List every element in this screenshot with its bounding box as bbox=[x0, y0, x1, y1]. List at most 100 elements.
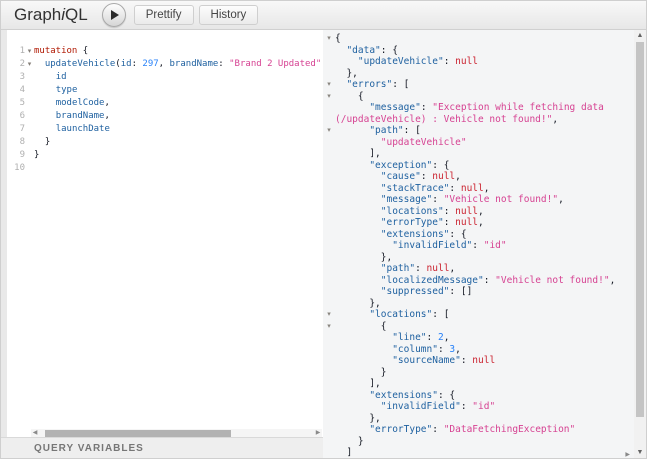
result-code-line[interactable]: "updateVehicle": null bbox=[323, 56, 634, 68]
query-editor[interactable]: 1▾mutation {2▾ updateVehicle(id: 297, br… bbox=[1, 30, 323, 437]
window-vertical-scrollbar[interactable]: ▲ ▼ bbox=[634, 30, 646, 459]
result-viewer[interactable]: ▾{ "data": { "updateVehicle": null },▾ "… bbox=[323, 30, 634, 459]
result-code-line[interactable]: "column": 3, bbox=[323, 344, 634, 356]
query-code-line[interactable]: 10 bbox=[1, 162, 323, 175]
code-text: }, bbox=[335, 413, 381, 425]
hscroll-thumb[interactable] bbox=[45, 430, 231, 437]
query-code-line[interactable]: 7 launchDate bbox=[1, 123, 323, 136]
code-text: "data": { bbox=[335, 45, 398, 57]
result-code-line[interactable]: }, bbox=[323, 68, 634, 80]
main-split: 1▾mutation {2▾ updateVehicle(id: 297, br… bbox=[1, 30, 646, 459]
result-code-line[interactable]: "errorType": "DataFetchingException" bbox=[323, 424, 634, 436]
query-code-line[interactable]: 8 } bbox=[1, 136, 323, 149]
fold-arrow-icon[interactable]: ▾ bbox=[323, 321, 335, 333]
fold-arrow-icon[interactable]: ▾ bbox=[25, 45, 34, 58]
code-text: "column": 3, bbox=[335, 344, 461, 356]
result-code-line[interactable]: }, bbox=[323, 298, 634, 310]
history-button[interactable]: History bbox=[199, 5, 259, 25]
graphiql-window: GraphiQL Prettify History 1▾mutation {2▾… bbox=[0, 0, 647, 459]
result-code-line[interactable]: "sourceName": null bbox=[323, 355, 634, 367]
editor-edge-strip bbox=[1, 30, 7, 437]
query-editor-pane: 1▾mutation {2▾ updateVehicle(id: 297, br… bbox=[1, 30, 323, 459]
code-text: { bbox=[335, 91, 364, 103]
code-text: "locations": [ bbox=[335, 309, 449, 321]
result-code-line[interactable]: "locations": null, bbox=[323, 206, 634, 218]
result-code-line[interactable]: } bbox=[323, 436, 634, 448]
scroll-down-icon[interactable]: ▼ bbox=[634, 447, 646, 459]
query-code-line[interactable]: 1▾mutation { bbox=[1, 45, 323, 58]
line-number: 2 bbox=[7, 58, 25, 71]
result-code-line[interactable]: }, bbox=[323, 252, 634, 264]
fold-arrow-icon[interactable]: ▾ bbox=[323, 79, 335, 91]
query-code-line[interactable]: 5 modelCode, bbox=[1, 97, 323, 110]
result-code-line[interactable]: ▾ { bbox=[323, 91, 634, 103]
query-variables-bar[interactable]: QUERY VARIABLES bbox=[1, 437, 323, 459]
vscroll-track[interactable] bbox=[634, 42, 646, 447]
query-code-line[interactable]: 6 brandName, bbox=[1, 110, 323, 123]
code-text: brandName, bbox=[34, 110, 110, 123]
query-code-line[interactable]: 4 type bbox=[1, 84, 323, 97]
fold-arrow-icon[interactable]: ▾ bbox=[323, 309, 335, 321]
result-code-line[interactable]: "invalidField": "id" bbox=[323, 240, 634, 252]
result-code-line[interactable]: ], bbox=[323, 378, 634, 390]
result-code-line[interactable]: "exception": { bbox=[323, 160, 634, 172]
result-code-line[interactable]: ] bbox=[323, 447, 634, 459]
hscroll-track[interactable] bbox=[39, 429, 314, 437]
result-code-line[interactable]: (/updateVehicle) : Vehicle not found!", bbox=[323, 114, 634, 126]
code-text: ], bbox=[335, 378, 381, 390]
result-code-line[interactable]: ], bbox=[323, 148, 634, 160]
result-code-line[interactable]: "invalidField": "id" bbox=[323, 401, 634, 413]
result-code-line[interactable]: }, bbox=[323, 413, 634, 425]
result-code-line[interactable]: "suppressed": [] bbox=[323, 286, 634, 298]
result-code-line[interactable]: "cause": null, bbox=[323, 171, 634, 183]
code-text: "extensions": { bbox=[335, 229, 467, 241]
vscroll-thumb[interactable] bbox=[636, 42, 644, 417]
result-code-line[interactable]: "extensions": { bbox=[323, 229, 634, 241]
result-code-line[interactable]: "data": { bbox=[323, 45, 634, 57]
editor-horizontal-scrollbar[interactable]: ◀ ▶ bbox=[31, 429, 322, 437]
line-number: 5 bbox=[7, 97, 25, 110]
code-text: { bbox=[335, 33, 341, 45]
code-text: "errorType": null, bbox=[335, 217, 484, 229]
scroll-right-icon[interactable]: ▶ bbox=[314, 429, 322, 437]
fold-arrow-icon[interactable]: ▾ bbox=[323, 125, 335, 137]
result-code-line[interactable]: "line": 2, bbox=[323, 332, 634, 344]
result-code-line[interactable]: "errorType": null, bbox=[323, 217, 634, 229]
code-text: "sourceName": null bbox=[335, 355, 495, 367]
result-code-line[interactable]: ▾ "errors": [ bbox=[323, 79, 634, 91]
fold-arrow-icon[interactable]: ▾ bbox=[323, 33, 335, 45]
result-code-line[interactable]: "extensions": { bbox=[323, 390, 634, 402]
result-code-line[interactable]: ▾{ bbox=[323, 33, 634, 45]
line-number: 10 bbox=[7, 162, 25, 175]
line-number: 3 bbox=[7, 71, 25, 84]
query-code-line[interactable]: 9} bbox=[1, 149, 323, 162]
code-text: { bbox=[335, 321, 386, 333]
scroll-up-icon[interactable]: ▲ bbox=[634, 30, 646, 42]
code-text: }, bbox=[335, 252, 392, 264]
result-code-line[interactable]: ▾ "locations": [ bbox=[323, 309, 634, 321]
result-code-line[interactable]: "path": null, bbox=[323, 263, 634, 275]
result-scroll-right-icon[interactable]: ▶ bbox=[625, 451, 630, 458]
query-code-line[interactable]: 2▾ updateVehicle(id: 297, brandName: "Br… bbox=[1, 58, 323, 71]
scroll-left-icon[interactable]: ◀ bbox=[31, 429, 39, 437]
result-code-line[interactable]: ▾ "path": [ bbox=[323, 125, 634, 137]
code-text: id bbox=[34, 71, 67, 84]
line-number: 1 bbox=[7, 45, 25, 58]
result-code-line[interactable]: "localizedMessage": "Vehicle not found!"… bbox=[323, 275, 634, 287]
result-code-line[interactable]: "stackTrace": null, bbox=[323, 183, 634, 195]
code-text: "message": "Exception while fetching dat… bbox=[335, 102, 604, 114]
fold-arrow-icon[interactable]: ▾ bbox=[323, 91, 335, 103]
result-code-line[interactable]: "message": "Exception while fetching dat… bbox=[323, 102, 634, 114]
result-code-line[interactable]: "message": "Vehicle not found!", bbox=[323, 194, 634, 206]
execute-query-button[interactable] bbox=[102, 3, 126, 27]
fold-arrow-icon[interactable]: ▾ bbox=[25, 58, 34, 71]
result-code-line[interactable]: ▾ { bbox=[323, 321, 634, 333]
result-code-lines: ▾{ "data": { "updateVehicle": null },▾ "… bbox=[323, 33, 634, 459]
result-code-line[interactable]: "updateVehicle" bbox=[323, 137, 634, 149]
code-text: "updateVehicle": null bbox=[335, 56, 478, 68]
code-text: launchDate bbox=[34, 123, 110, 136]
prettify-button[interactable]: Prettify bbox=[134, 5, 194, 25]
result-code-line[interactable]: } bbox=[323, 367, 634, 379]
query-code-line[interactable]: 3 id bbox=[1, 71, 323, 84]
code-text: "exception": { bbox=[335, 160, 449, 172]
